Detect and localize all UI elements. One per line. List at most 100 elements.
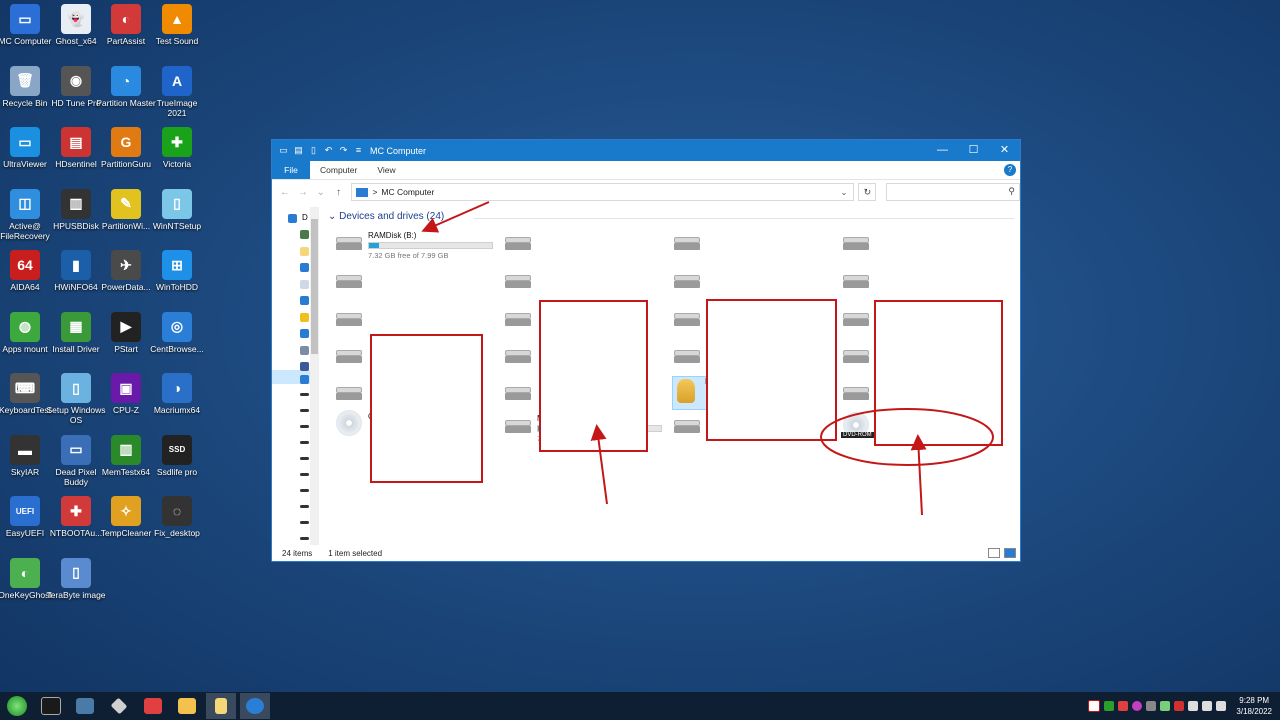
drive-item-hidden[interactable] [505,269,665,303]
desktop-icon-test-sound[interactable]: ▲ Test Sound [147,4,207,46]
hard-drive-icon [674,237,700,251]
address-bar[interactable]: > MC Computer ⌄ [351,183,855,201]
app-icon: ⌨ [10,373,40,403]
group-header-label: Devices and drives (24) [339,211,445,222]
drives-view[interactable]: ⌄ Devices and drives (24) RAMDisk (B:) 7.… [322,207,1020,545]
navigation-pane[interactable]: D [272,207,320,545]
tray-v-icon[interactable] [1088,700,1101,712]
up-icon[interactable]: ↑ [332,187,346,198]
help-icon[interactable]: ? [1004,164,1016,176]
tray-gear-icon[interactable] [1146,701,1157,711]
group-header[interactable]: ⌄ Devices and drives (24) [328,211,444,222]
tray-network-icon[interactable] [1188,701,1199,711]
desktop-icon-trueimage-2021[interactable]: A TrueImage 2021 [147,65,207,118]
desktop-icon-fix-desktop[interactable]: ◌ Fix_desktop [147,496,207,538]
app-icon: ▭ [61,434,91,465]
drive-item-hidden[interactable] [843,231,1003,265]
app-icon: ◍ [10,311,40,342]
app-icon: ◌ [162,496,192,526]
chevron-down-icon: ⌄ [328,211,340,222]
drive-usage-fill [369,243,379,248]
redo-icon[interactable]: ↷ [338,145,349,156]
drive-item-hidden[interactable] [336,269,496,303]
computer-icon: ▭ [279,145,288,155]
tray-tool-icon[interactable] [1160,701,1171,711]
hard-drive-icon [336,350,362,364]
redaction-box [370,334,483,483]
hard-drive-icon [674,275,700,289]
app-icon: ◐ [111,4,141,34]
app-icon: 👻 [61,4,91,34]
tray-app-icon[interactable] [1174,701,1185,711]
refresh-button[interactable]: ↻ [858,183,877,201]
search-input[interactable]: ⚲ [886,183,1020,201]
drive-item-hidden[interactable] [505,231,665,265]
tray-volume-icon[interactable] [1216,701,1227,711]
desktop-icon-victoria[interactable]: ✚ Victoria [147,127,207,169]
customize-icon[interactable]: ≡ [353,145,364,156]
undo-icon[interactable]: ↶ [323,145,334,156]
maximize-button[interactable]: ☐ [958,140,989,161]
status-item-count: 24 items [282,548,313,558]
tray-keyboard-icon[interactable] [1202,701,1213,711]
new-folder-icon[interactable]: ▯ [308,145,319,156]
drive-icon [300,505,309,508]
taskbar-cmd[interactable] [36,693,66,719]
tab-computer[interactable]: Computer [310,161,367,179]
app-icon: ▯ [61,557,91,588]
hard-drive-icon [505,275,531,289]
tab-view[interactable]: View [367,161,405,179]
close-button[interactable]: ✕ [989,140,1020,161]
computer-icon [356,187,369,197]
tray-media-icon[interactable] [1132,701,1143,711]
hard-drive-icon [336,275,362,289]
taskbar-remote[interactable] [70,693,100,719]
app-icon: UEFI [10,496,40,526]
minimize-button[interactable]: — [927,140,958,161]
tab-file[interactable]: File [272,161,310,179]
taskbar-app[interactable] [138,693,168,719]
desktop-icon-terabyte-image[interactable]: ▯ TeraByte image [46,557,106,600]
drive-item-hidden[interactable] [843,269,1003,303]
scrollbar-thumb[interactable] [311,219,318,354]
hard-drive-icon [505,237,531,251]
title-bar[interactable]: ▭ ▤ ▯ ↶ ↷ ≡ MC Computer — ☐ ✕ [272,140,1020,161]
tray-arrow-icon[interactable] [1104,701,1115,711]
desktop-icon-wintohdd[interactable]: ⊞ WinToHDD [147,250,207,292]
file-explorer-window[interactable]: ▭ ▤ ▯ ↶ ↷ ≡ MC Computer — ☐ ✕ File Compu… [271,139,1021,562]
app-icon: ◐ [10,557,40,588]
tray-warning-icon[interactable] [1118,701,1129,711]
drive-item[interactable]: RAMDisk (B:) 7.32 GB free of 7.99 GB [336,231,496,265]
recent-icon[interactable]: ⌄ [314,187,328,198]
taskbar-tool[interactable] [104,693,134,719]
desktop-icon-winntsetup[interactable]: ▯ WinNTSetup [147,188,207,231]
desktop-icon-ssdlife-pro[interactable]: SSD Ssdlife pro [147,434,207,477]
back-icon[interactable]: ← [278,187,292,198]
terminal-icon [41,697,61,715]
start-button[interactable] [0,692,34,720]
clock[interactable]: 9:28 PM 3/18/2022 [1236,695,1272,717]
properties-icon[interactable]: ▤ [293,145,304,156]
desktop-icon-label: WinToHDD [155,282,199,292]
drive-item-hidden[interactable] [674,231,834,265]
app-icon: ▶ [111,311,141,342]
desktop-icon-label: Victoria [162,159,192,169]
taskbar-browser[interactable] [240,693,270,719]
drive-item-hidden[interactable] [674,269,834,303]
hard-drive-icon [336,237,362,251]
app-icon: ▬ [10,434,40,465]
desktop-icon-label: Fix_desktop [154,528,200,538]
taskbar-explorer[interactable] [172,693,202,719]
app-icon: G [111,127,141,157]
desktop-icon-label: Test Sound [155,36,199,46]
chevron-down-icon[interactable]: ⌄ [840,187,847,198]
app-icon: ▥ [111,434,141,465]
taskbar-explorer-active[interactable] [206,693,236,719]
large-icons-view-icon[interactable] [1004,548,1016,558]
forward-icon[interactable]: → [296,187,310,198]
desktop-icon-centbrowse[interactable]: ◎ CentBrowse... [147,311,207,354]
desktop-icon-macriumx64[interactable]: ◑ Macriumx64 [147,373,207,415]
nav-scrollbar[interactable] [310,207,319,545]
app-icon: ▯ [61,373,91,403]
details-view-icon[interactable] [988,548,1000,558]
